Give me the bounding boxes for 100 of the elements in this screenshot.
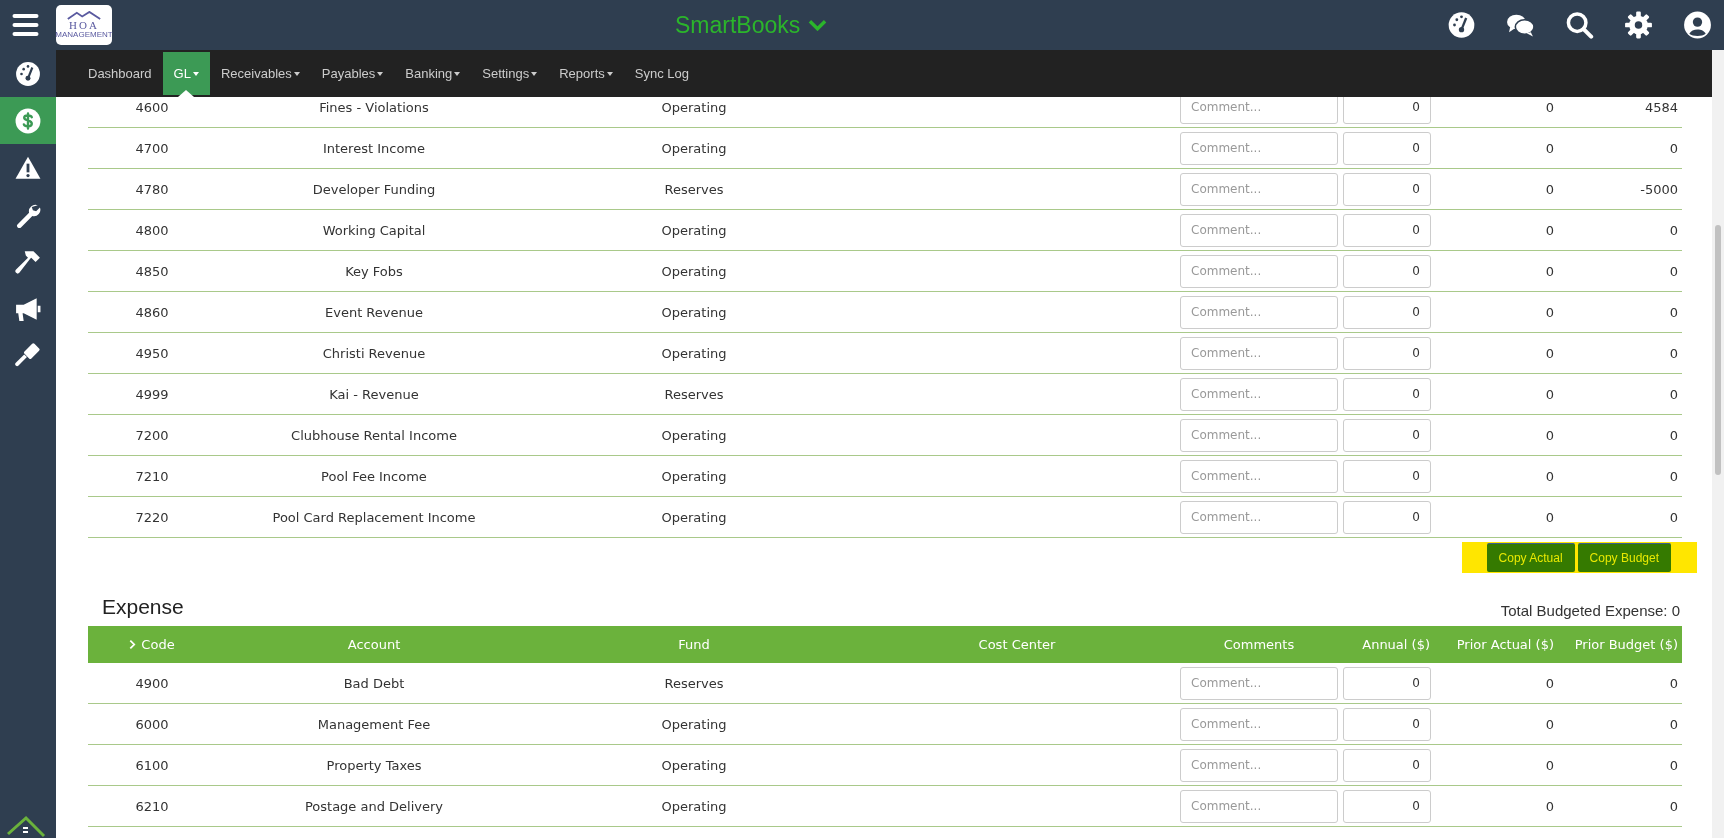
table-cell-text: Interest Income: [321, 140, 427, 156]
table-cell-text: Operating: [660, 263, 728, 279]
table-cell-text: 0: [1544, 757, 1555, 773]
table-cell-text: Developer Funding: [311, 181, 437, 197]
settings-icon[interactable]: [1624, 11, 1653, 39]
dollar-icon[interactable]: [15, 107, 41, 134]
comment-field[interactable]: Comment...: [1180, 131, 1338, 165]
nav-tab[interactable]: Settings: [471, 50, 549, 97]
comment-field[interactable]: Comment...: [1180, 254, 1338, 288]
gauge-icon[interactable]: [15, 60, 41, 87]
table-cell-text: Fines - Violations: [318, 99, 430, 115]
chevron-down-icon[interactable]: [808, 19, 828, 31]
table-cell-text: 7220: [134, 509, 170, 525]
nav-tab[interactable]: Payables: [310, 50, 395, 97]
comment-field[interactable]: Comment...: [1180, 666, 1338, 700]
table-cell-text: 0: [1544, 304, 1555, 320]
table-cell-text: 0: [1668, 427, 1679, 443]
annual-field[interactable]: 0: [1343, 707, 1431, 741]
annual-field[interactable]: 0: [1343, 295, 1431, 329]
nav-tab[interactable]: GL: [162, 52, 210, 95]
table-cell-text: 0: [1668, 140, 1679, 156]
comment-field[interactable]: Comment...: [1180, 172, 1338, 206]
comment-field[interactable]: Comment...: [1180, 459, 1338, 493]
table-cell-text: Bad Debt: [342, 675, 406, 691]
table-cell-text: Reserves: [663, 386, 725, 402]
comment-field[interactable]: Comment...: [1180, 213, 1338, 247]
table-cell-text: Operating: [660, 99, 728, 115]
chevron-icon[interactable]: [129, 639, 137, 650]
annual-field[interactable]: 0: [1343, 377, 1431, 411]
table-cell-text: 4584: [1643, 99, 1679, 115]
nav-tab[interactable]: Receivables: [209, 50, 311, 97]
table-cell-text: Working Capital: [321, 222, 427, 238]
table-cell-text: 0: [1544, 386, 1555, 402]
comment-field[interactable]: Comment...: [1180, 377, 1338, 411]
search-icon[interactable]: [1565, 11, 1594, 39]
annual-field[interactable]: 0: [1343, 336, 1431, 370]
table-cell-text: Clubhouse Rental Income: [290, 427, 458, 443]
annual-field[interactable]: 0: [1343, 459, 1431, 493]
table-cell-text: 0: [1668, 304, 1679, 320]
table-cell-text: Christi Revenue: [321, 345, 427, 361]
table-cell-text: 0: [1544, 222, 1555, 238]
table-cell-text: 4900: [134, 675, 170, 691]
table-cell-text: 0: [1544, 675, 1555, 691]
menu-icon[interactable]: [12, 14, 39, 36]
table-cell-text: 0: [1544, 263, 1555, 279]
table-cell-text: Operating: [660, 427, 728, 443]
user-icon[interactable]: [1683, 11, 1712, 39]
table-cell-text: Postage and Delivery: [303, 798, 445, 814]
table-cell-text: Pool Fee Income: [320, 468, 428, 484]
annual-field[interactable]: 0: [1343, 666, 1431, 700]
nav-tab[interactable]: Dashboard: [77, 50, 163, 97]
comment-field[interactable]: Comment...: [1180, 789, 1338, 823]
comment-field[interactable]: Comment...: [1180, 500, 1338, 534]
nav-tab[interactable]: Reports: [548, 50, 624, 97]
table-cell-text: 0: [1668, 798, 1679, 814]
table-cell-text: 4850: [134, 263, 170, 279]
table-cell-text: 0: [1668, 345, 1679, 361]
annual-field[interactable]: 0: [1343, 500, 1431, 534]
table-cell-text: 4950: [134, 345, 170, 361]
nav-tab[interactable]: Banking: [394, 50, 472, 97]
scrollbar[interactable]: [1712, 50, 1724, 838]
table-cell-text: Operating: [660, 345, 728, 361]
annual-field[interactable]: 0: [1343, 254, 1431, 288]
app-title[interactable]: SmartBooks: [675, 11, 828, 39]
copy-button[interactable]: Copy Budget: [1577, 543, 1671, 572]
table-cell-text: 4700: [134, 140, 170, 156]
table-cell-text: 0: [1544, 181, 1555, 197]
table-cell-text: 0: [1668, 386, 1679, 402]
table-cell-text: 4800: [134, 222, 170, 238]
comment-field[interactable]: Comment...: [1180, 748, 1338, 782]
hammer-icon[interactable]: [15, 248, 41, 275]
annual-field[interactable]: 0: [1343, 97, 1431, 124]
table-cell-text: 0: [1544, 798, 1555, 814]
table-cell-text: 0: [1668, 509, 1679, 525]
table-cell-text: 7200: [134, 427, 170, 443]
table-cell-text: Event Revenue: [324, 304, 424, 320]
comment-field[interactable]: Comment...: [1180, 707, 1338, 741]
gavel-icon[interactable]: [15, 342, 41, 369]
table-cell-text: 0: [1668, 757, 1679, 773]
annual-field[interactable]: 0: [1343, 789, 1431, 823]
annual-field[interactable]: 0: [1343, 172, 1431, 206]
table-cell-text: 7210: [134, 468, 170, 484]
comment-field[interactable]: Comment...: [1180, 336, 1338, 370]
gauge-icon[interactable]: [1447, 11, 1476, 39]
table-cell-text: 0: [1668, 468, 1679, 484]
annual-field[interactable]: 0: [1343, 418, 1431, 452]
annual-field[interactable]: 0: [1343, 748, 1431, 782]
annual-field[interactable]: 0: [1343, 213, 1431, 247]
table-cell-text: Operating: [660, 509, 728, 525]
comment-field[interactable]: Comment...: [1180, 295, 1338, 329]
annual-field[interactable]: 0: [1343, 131, 1431, 165]
copy-button[interactable]: Copy Actual: [1486, 543, 1575, 572]
nav-tab[interactable]: Sync Log: [623, 50, 700, 97]
table-cell-text: 6210: [134, 798, 170, 814]
table-cell-text: 0: [1544, 427, 1555, 443]
table-cell-text: Reserves: [663, 675, 725, 691]
comment-field[interactable]: Comment...: [1180, 418, 1338, 452]
comment-field[interactable]: Comment...: [1180, 97, 1338, 124]
megaphone-icon[interactable]: [15, 295, 41, 322]
table-cell-text: 6100: [134, 757, 170, 773]
